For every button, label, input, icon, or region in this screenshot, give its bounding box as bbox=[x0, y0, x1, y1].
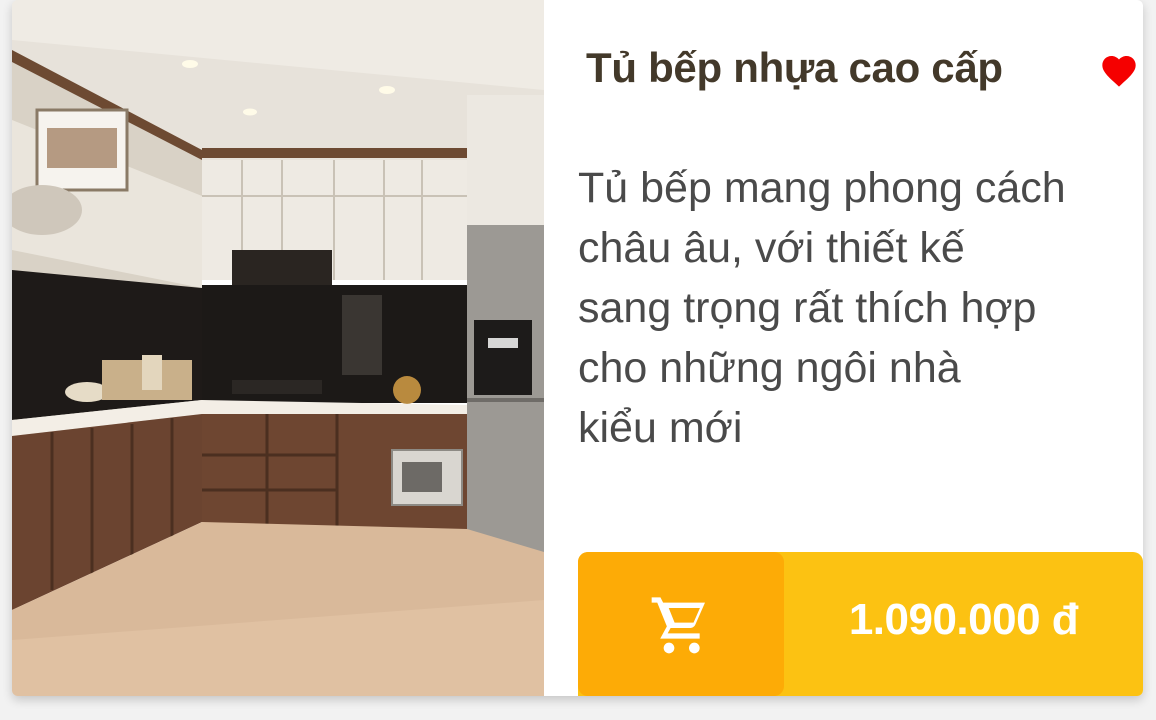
product-description: Tủ bếp mang phong cách châu âu, với thiế… bbox=[578, 164, 1066, 452]
product-title: Tủ bếp nhựa cao cấp bbox=[586, 44, 1003, 91]
buy-bar[interactable]: 1.090.000 đ bbox=[578, 552, 1143, 696]
product-image[interactable] bbox=[12, 0, 544, 696]
heart-icon bbox=[1102, 56, 1136, 87]
shopping-cart-icon bbox=[651, 597, 705, 654]
favorite-button[interactable] bbox=[1099, 51, 1143, 95]
product-info: Tủ bếp nhựa cao cấp Tủ bếp mang phong cá… bbox=[544, 0, 1143, 696]
add-to-cart-button[interactable] bbox=[578, 552, 784, 696]
product-price: 1.090.000 đ bbox=[848, 595, 1079, 644]
kitchen-photo-illustration bbox=[12, 0, 544, 696]
product-card[interactable]: Tủ bếp nhựa cao cấp Tủ bếp mang phong cá… bbox=[12, 0, 1143, 696]
